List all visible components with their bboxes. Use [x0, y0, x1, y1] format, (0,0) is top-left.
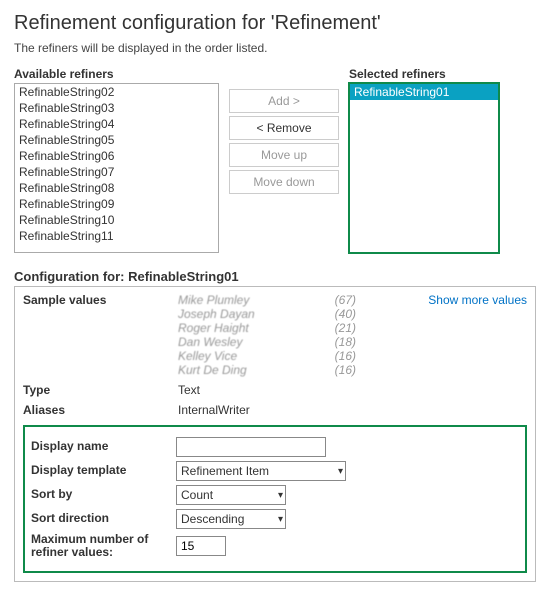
list-item[interactable]: RefinableString01: [350, 84, 498, 100]
display-template-label: Display template: [31, 464, 176, 477]
sample-values-label: Sample values: [23, 293, 178, 377]
list-item[interactable]: RefinableString02: [15, 84, 218, 100]
sample-value-name: Mike Plumley: [178, 293, 298, 307]
config-box: Sample values Mike Plumley(67)Joseph Day…: [14, 286, 536, 582]
list-item[interactable]: RefinableString08: [15, 180, 218, 196]
list-item[interactable]: RefinableString07: [15, 164, 218, 180]
sample-value-row: Kelley Vice (16): [178, 349, 408, 363]
display-name-label: Display name: [31, 440, 176, 453]
form-highlight: Display name Display template Refinement…: [23, 425, 527, 573]
sample-value-count: (67): [316, 293, 356, 307]
move-buttons: Add > < Remove Move up Move down: [229, 67, 339, 194]
remove-button[interactable]: < Remove: [229, 116, 339, 140]
sample-value-row: Mike Plumley (67): [178, 293, 408, 307]
selected-label: Selected refiners: [349, 67, 499, 81]
sample-value-name: Kelley Vice: [178, 349, 298, 363]
sort-direction-select[interactable]: Descending ▾: [176, 509, 286, 529]
type-value: Text: [178, 383, 200, 397]
list-item[interactable]: RefinableString05: [15, 132, 218, 148]
page-title: Refinement configuration for 'Refinement…: [14, 12, 536, 35]
movedown-button[interactable]: Move down: [229, 170, 339, 194]
available-label: Available refiners: [14, 67, 219, 81]
sample-value-count: (18): [316, 335, 356, 349]
max-values-input[interactable]: [176, 536, 226, 556]
aliases-value: InternalWriter: [178, 403, 250, 417]
sample-value-count: (21): [316, 321, 356, 335]
chevron-down-icon: ▾: [272, 490, 283, 501]
sample-value-row: Joseph Dayan (40): [178, 307, 408, 321]
sort-by-value: Count: [181, 488, 213, 502]
available-column: Available refiners RefinableString02Refi…: [14, 67, 219, 253]
available-list[interactable]: RefinableString02RefinableString03Refina…: [14, 83, 219, 253]
sample-value-name: Kurt De Ding: [178, 363, 298, 377]
sample-value-count: (16): [316, 349, 356, 363]
sample-values-list: Mike Plumley(67)Joseph Dayan(40)Roger Ha…: [178, 293, 408, 377]
max-values-label: Maximum number of refiner values:: [31, 533, 176, 559]
sample-value-name: Dan Wesley: [178, 335, 298, 349]
chevron-down-icon: ▾: [272, 514, 283, 525]
list-item[interactable]: RefinableString06: [15, 148, 218, 164]
sample-value-row: Dan Wesley (18): [178, 335, 408, 349]
config-for-label: Configuration for: RefinableString01: [14, 269, 536, 284]
refiner-picker: Available refiners RefinableString02Refi…: [14, 67, 536, 253]
type-label: Type: [23, 383, 178, 397]
display-template-select[interactable]: Refinement Item ▾: [176, 461, 346, 481]
sort-direction-label: Sort direction: [31, 512, 176, 525]
sample-value-count: (40): [316, 307, 356, 321]
sample-value-row: Roger Haight (21): [178, 321, 408, 335]
sample-value-name: Roger Haight: [178, 321, 298, 335]
page-subtitle: The refiners will be displayed in the or…: [14, 41, 536, 55]
sort-by-label: Sort by: [31, 488, 176, 501]
sort-direction-value: Descending: [181, 512, 244, 526]
sort-by-select[interactable]: Count ▾: [176, 485, 286, 505]
list-item[interactable]: RefinableString03: [15, 100, 218, 116]
moveup-button[interactable]: Move up: [229, 143, 339, 167]
display-name-input[interactable]: [176, 437, 326, 457]
aliases-label: Aliases: [23, 403, 178, 417]
sample-value-count: (16): [316, 363, 356, 377]
chevron-down-icon: ▾: [332, 466, 343, 477]
selected-column: Selected refiners RefinableString01: [349, 67, 499, 253]
sample-value-name: Joseph Dayan: [178, 307, 298, 321]
sample-value-row: Kurt De Ding (16): [178, 363, 408, 377]
show-more-values[interactable]: Show more values: [408, 293, 527, 377]
list-item[interactable]: RefinableString10: [15, 212, 218, 228]
list-item[interactable]: RefinableString09: [15, 196, 218, 212]
add-button[interactable]: Add >: [229, 89, 339, 113]
display-template-value: Refinement Item: [181, 464, 269, 478]
selected-list[interactable]: RefinableString01: [349, 83, 499, 253]
list-item[interactable]: RefinableString11: [15, 228, 218, 244]
list-item[interactable]: RefinableString04: [15, 116, 218, 132]
